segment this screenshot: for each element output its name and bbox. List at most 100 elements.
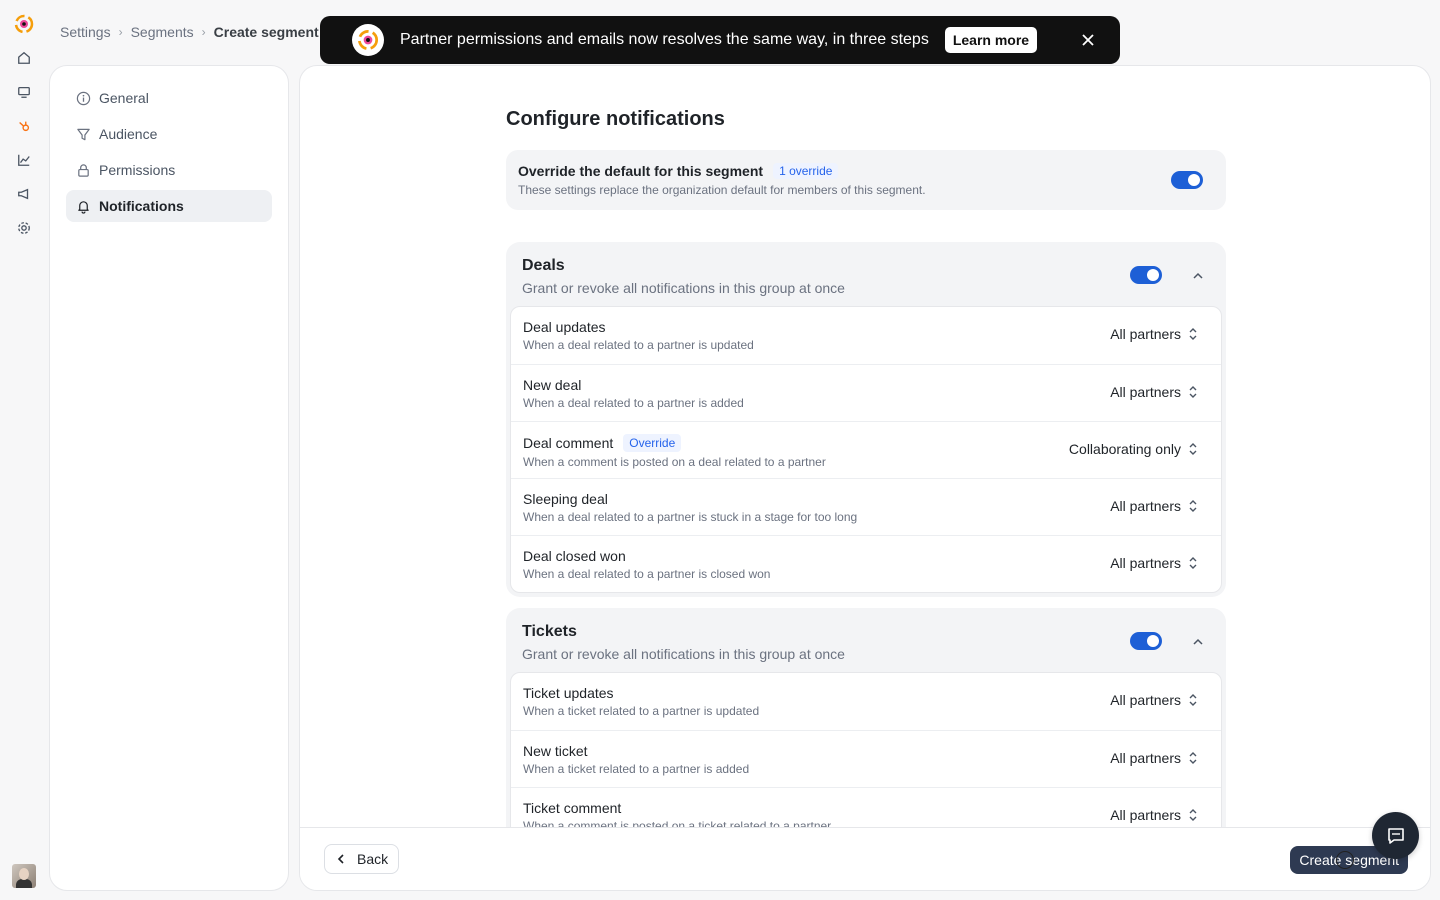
select-value: All partners (1110, 692, 1181, 708)
item-title: Deal comment (523, 435, 614, 451)
chart-icon[interactable] (12, 148, 36, 172)
chevron-left-icon (337, 854, 344, 864)
list-item: New ticket When a ticket related to a pa… (511, 730, 1221, 787)
item-description: When a ticket related to a partner is ad… (523, 762, 750, 776)
chevron-updown-icon (1189, 386, 1197, 398)
nav-item-label: Audience (99, 126, 158, 142)
breadcrumb-current: Create segment (213, 24, 319, 40)
item-title: New ticket (523, 743, 588, 759)
select-value: All partners (1110, 555, 1181, 571)
audience-select[interactable]: All partners (1110, 807, 1199, 823)
override-toggle[interactable] (1171, 171, 1203, 189)
nav-item-label: General (99, 90, 149, 106)
left-rail (0, 0, 48, 900)
audience-select[interactable]: All partners (1110, 692, 1199, 708)
megaphone-icon[interactable] (12, 182, 36, 206)
footer-bar: Back Create segment (300, 827, 1430, 890)
audience-select[interactable]: All partners (1110, 326, 1199, 342)
nav-item-audience[interactable]: Audience (66, 118, 272, 150)
group-subtitle: Grant or revoke all notifications in thi… (522, 646, 845, 662)
item-title: Ticket comment (523, 800, 622, 816)
group-tickets: Tickets Grant or revoke all notification… (506, 608, 1226, 829)
hubspot-icon[interactable] (12, 114, 36, 138)
chevron-updown-icon (1189, 694, 1197, 706)
select-value: All partners (1110, 326, 1181, 342)
group-subtitle: Grant or revoke all notifications in thi… (522, 280, 845, 296)
chevron-updown-icon (1189, 500, 1197, 512)
item-title: Sleeping deal (523, 491, 608, 507)
lock-icon (75, 162, 91, 178)
audience-select[interactable]: All partners (1110, 555, 1199, 571)
list-item: Deal closed won When a deal related to a… (511, 535, 1221, 592)
select-value: All partners (1110, 498, 1181, 514)
close-icon[interactable] (1080, 32, 1096, 48)
item-description: When a comment is posted on a deal relat… (523, 455, 826, 469)
breadcrumb: Settings › Segments › Create segment (60, 22, 319, 42)
item-description: When a deal related to a partner is stuc… (523, 510, 858, 524)
audience-select[interactable]: Collaborating only (1069, 441, 1199, 457)
item-title: New deal (523, 377, 582, 393)
chevron-updown-icon (1189, 328, 1197, 340)
cursor-indicator (1336, 851, 1354, 869)
breadcrumb-settings[interactable]: Settings (60, 24, 111, 40)
select-value: All partners (1110, 807, 1181, 823)
item-description: When a ticket related to a partner is up… (523, 704, 760, 718)
override-title: Override the default for this segment (518, 163, 764, 179)
select-value: Collaborating only (1068, 441, 1181, 457)
group-title: Tickets (522, 623, 577, 640)
override-badge: Override (623, 434, 682, 452)
monitor-icon[interactable] (12, 80, 36, 104)
breadcrumb-segments[interactable]: Segments (131, 24, 194, 40)
home-icon[interactable] (12, 46, 36, 70)
announcement-banner: Partner permissions and emails now resol… (320, 16, 1120, 64)
item-title: Deal closed won (523, 548, 626, 564)
user-avatar[interactable] (12, 864, 36, 888)
app-logo-icon[interactable] (12, 12, 36, 36)
group-items: Deal updates When a deal related to a pa… (510, 306, 1222, 593)
audience-select[interactable]: All partners (1110, 384, 1199, 400)
filter-icon (75, 126, 91, 142)
back-button[interactable]: Back (324, 844, 400, 874)
group-deals-toggle[interactable] (1130, 266, 1162, 284)
override-description: These settings replace the organization … (518, 183, 926, 197)
select-value: All partners (1110, 384, 1181, 400)
back-label: Back (357, 851, 389, 867)
list-item: Deal updates When a deal related to a pa… (511, 307, 1221, 364)
list-item: Deal comment Override When a comment is … (511, 421, 1221, 478)
nav-item-label: Permissions (99, 162, 176, 178)
notifications-content: Configure notifications Override the def… (506, 66, 1226, 829)
group-title: Deals (522, 257, 565, 274)
chat-button[interactable] (1372, 812, 1419, 859)
page-title: Configure notifications (506, 108, 725, 130)
chevron-right-icon: › (118, 25, 123, 39)
list-item: Ticket updates When a ticket related to … (511, 673, 1221, 730)
group-items: Ticket updates When a ticket related to … (510, 672, 1222, 829)
nav-item-notifications[interactable]: Notifications (66, 190, 272, 222)
nav-item-general[interactable]: General (66, 82, 272, 114)
audience-select[interactable]: All partners (1110, 498, 1199, 514)
info-icon (75, 90, 91, 106)
chevron-up-icon[interactable] (1191, 269, 1205, 283)
select-value: All partners (1110, 750, 1181, 766)
chevron-up-icon[interactable] (1191, 635, 1205, 649)
banner-text: Partner permissions and emails now resol… (400, 31, 929, 48)
item-description: When a deal related to a partner is clos… (523, 567, 771, 581)
override-count-badge: 1 override (773, 163, 839, 179)
audience-select[interactable]: All partners (1110, 750, 1199, 766)
group-tickets-toggle[interactable] (1130, 632, 1162, 650)
chevron-updown-icon (1189, 443, 1197, 455)
item-description: When a deal related to a partner is upda… (523, 338, 754, 352)
item-title: Ticket updates (523, 685, 614, 701)
bell-icon (75, 198, 91, 214)
settings-sidenav: General Audience Permissions Notificatio… (49, 65, 289, 891)
nav-item-permissions[interactable]: Permissions (66, 154, 272, 186)
chevron-updown-icon (1189, 809, 1197, 821)
learn-more-button[interactable]: Learn more (944, 27, 1038, 53)
nav-item-label: Notifications (99, 198, 184, 214)
main-panel: Configure notifications Override the def… (299, 65, 1431, 891)
group-deals: Deals Grant or revoke all notifications … (506, 242, 1226, 597)
item-title: Deal updates (523, 319, 606, 335)
chevron-right-icon: › (201, 25, 206, 39)
chevron-updown-icon (1189, 752, 1197, 764)
gear-icon[interactable] (12, 216, 36, 240)
